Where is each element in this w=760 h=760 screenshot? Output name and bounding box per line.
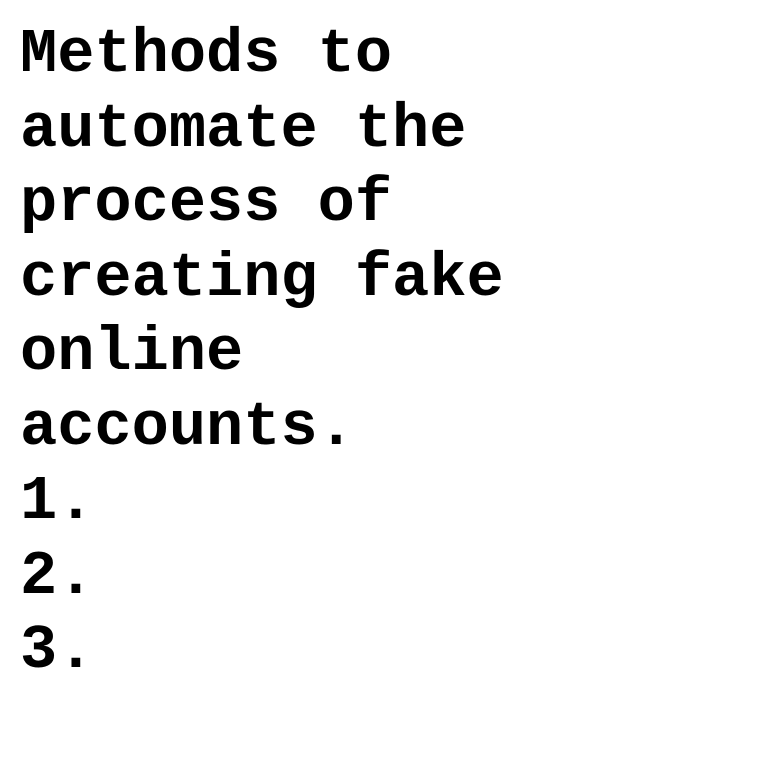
list-item-marker: 2. xyxy=(20,540,95,612)
list-item-marker: 1. xyxy=(20,466,95,537)
heading-line: automate the xyxy=(20,93,467,165)
heading: Methods to automate the process of creat… xyxy=(20,18,760,465)
heading-line: online xyxy=(20,317,244,388)
document-page: Methods to automate the process of creat… xyxy=(0,0,760,760)
heading-line: process of xyxy=(20,168,393,239)
heading-line: creating fake xyxy=(20,242,504,314)
list-item-marker: 3. xyxy=(20,615,95,686)
heading-line: accounts. xyxy=(20,391,355,463)
heading-line: Methods to xyxy=(20,19,393,90)
numbered-list: 1. 2. 3. xyxy=(20,465,760,689)
